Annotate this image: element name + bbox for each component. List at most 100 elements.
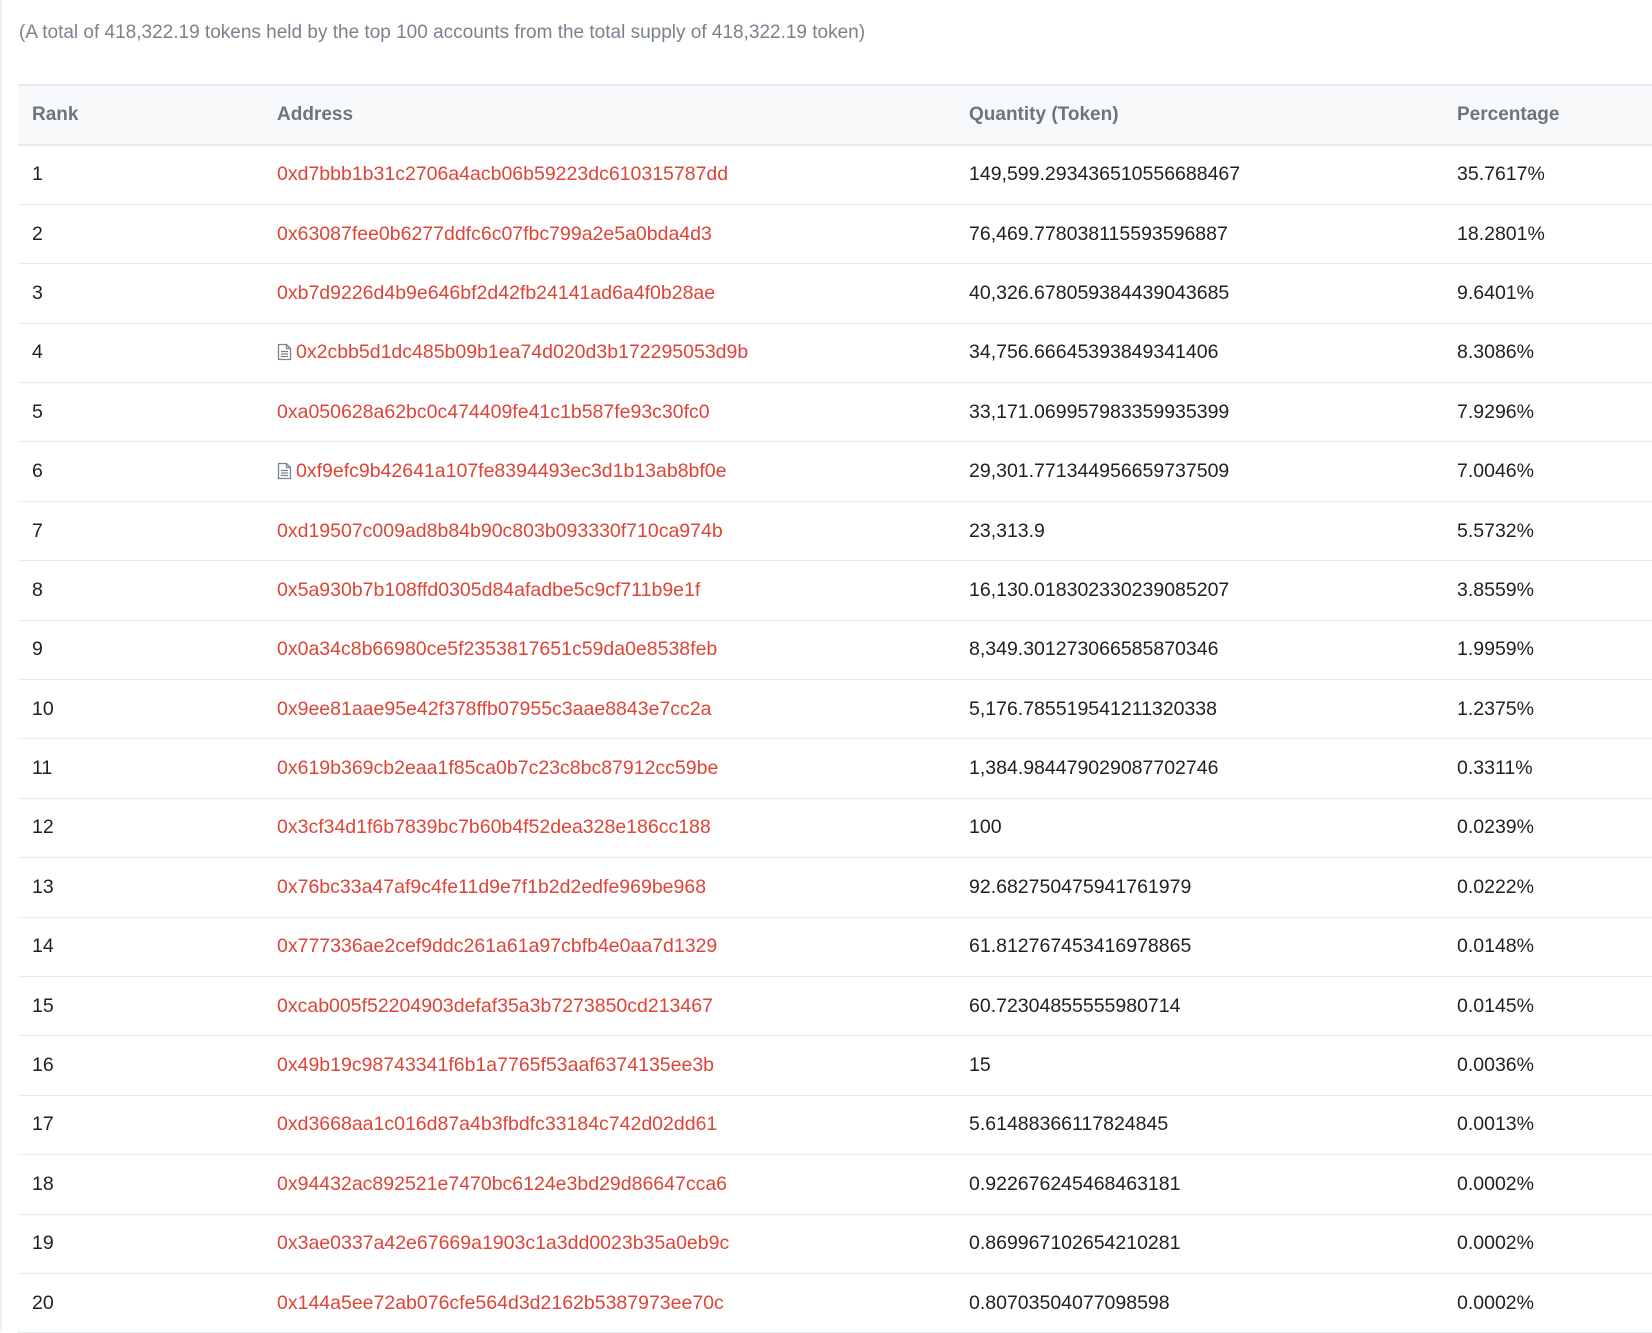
percentage-cell: 1.9959% [1457, 638, 1534, 661]
address-link[interactable]: 0xa050628a62bc0c474409fe41c1b587fe93c30f… [277, 401, 710, 423]
quantity-cell: 61.812767453416978865 [969, 935, 1192, 958]
address-cell: 0x3ae0337a42e67669a1903c1a3dd0023b35a0eb… [140, 1214, 955, 1273]
rank-cell: 14 [32, 935, 54, 958]
rank-cell: 13 [32, 875, 54, 898]
quantity-cell: 34,756.66645393849341406 [969, 341, 1219, 364]
address-link[interactable]: 0x76bc33a47af9c4fe11d9e7f1b2d2edfe969be9… [277, 876, 706, 898]
file-text-icon [277, 462, 292, 480]
table-row: 14 0x777336ae2cef9ddc261a61a97cbfb4e0aa7… [18, 917, 1652, 977]
rank-cell: 3 [32, 281, 43, 304]
address-cell: 0x76bc33a47af9c4fe11d9e7f1b2d2edfe969be9… [140, 858, 955, 917]
table-row: 13 0x76bc33a47af9c4fe11d9e7f1b2d2edfe969… [18, 858, 1652, 918]
address-cell: 0xb7d9226d4b9e646bf2d42fb24141ad6a4f0b28… [140, 264, 955, 323]
file-text-icon [277, 344, 292, 361]
percentage-cell: 0.0222% [1457, 875, 1534, 898]
rank-cell: 15 [32, 994, 54, 1017]
address-link[interactable]: 0x49b19c98743341f6b1a7765f53aaf6374135ee… [277, 1054, 714, 1076]
quantity-cell: 0.922676245468463181 [969, 1172, 1181, 1195]
quantity-cell: 60.72304855555980714 [969, 994, 1181, 1017]
address-link[interactable]: 0x94432ac892521e7470bc6124e3bd29d86647cc… [277, 1173, 727, 1195]
address-cell: 0x9ee81aae95e42f378ffb07955c3aae8843e7cc… [140, 680, 955, 739]
percentage-cell: 9.6401% [1457, 281, 1534, 304]
percentage-cell: 3.8559% [1457, 578, 1534, 601]
rank-cell: 19 [32, 1232, 54, 1255]
column-header-rank: Rank [32, 104, 79, 125]
table-row: 11 0x619b369cb2eaa1f85ca0b7c23c8bc87912c… [18, 739, 1652, 799]
address-link[interactable]: 0x9ee81aae95e42f378ffb07955c3aae8843e7cc… [277, 698, 711, 720]
rank-cell: 8 [32, 578, 43, 601]
quantity-cell: 15 [969, 1054, 991, 1077]
percentage-cell: 0.0036% [1457, 1054, 1534, 1077]
rank-cell: 17 [32, 1113, 54, 1136]
table-body: 1 0xd7bbb1b31c2706a4acb06b59223dc6103157… [18, 145, 1652, 1333]
table-row: 6 0xf9efc9b42641a107fe8394493ec3d1b13ab8… [18, 442, 1652, 502]
percentage-cell: 0.0002% [1457, 1291, 1534, 1314]
percentage-cell: 35.7617% [1457, 163, 1545, 186]
address-cell: 0xd19507c009ad8b84b90c803b093330f710ca97… [140, 501, 955, 560]
percentage-cell: 0.0148% [1457, 935, 1534, 958]
quantity-cell: 5,176.785519541211320338 [969, 697, 1217, 720]
rank-cell: 9 [32, 638, 43, 661]
percentage-cell: 0.0013% [1457, 1113, 1534, 1136]
rank-cell: 5 [32, 400, 43, 423]
rank-cell: 10 [32, 697, 54, 720]
page-left-border [0, 0, 2, 1331]
rank-cell: 12 [32, 816, 54, 839]
address-cell: 0x63087fee0b6277ddfc6c07fbc799a2e5a0bda4… [140, 204, 955, 263]
quantity-cell: 92.682750475941761979 [969, 875, 1192, 898]
percentage-cell: 0.3311% [1457, 757, 1533, 780]
address-link[interactable]: 0xcab005f52204903defaf35a3b7273850cd2134… [277, 995, 713, 1017]
address-link[interactable]: 0x0a34c8b66980ce5f2353817651c59da0e8538f… [277, 638, 717, 660]
address-cell: 0x144a5ee72ab076cfe564d3d2162b5387973ee7… [140, 1273, 955, 1332]
rank-cell: 2 [32, 222, 43, 245]
address-cell: 0x49b19c98743341f6b1a7765f53aaf6374135ee… [140, 1036, 955, 1095]
address-cell: 0x5a930b7b108ffd0305d84afadbe5c9cf711b9e… [140, 561, 955, 620]
address-cell: 0xcab005f52204903defaf35a3b7273850cd2134… [140, 976, 955, 1035]
table-row: 10 0x9ee81aae95e42f378ffb07955c3aae8843e… [18, 680, 1652, 739]
address-cell: 0xa050628a62bc0c474409fe41c1b587fe93c30f… [140, 383, 955, 442]
address-link[interactable]: 0x5a930b7b108ffd0305d84afadbe5c9cf711b9e… [277, 579, 700, 601]
table-row: 12 0x3cf34d1f6b7839bc7b60b4f52dea328e186… [18, 798, 1652, 858]
address-cell: 0x94432ac892521e7470bc6124e3bd29d86647cc… [140, 1155, 955, 1214]
column-header-address: Address [277, 104, 354, 125]
table-row: 18 0x94432ac892521e7470bc6124e3bd29d8664… [18, 1155, 1652, 1215]
address-link[interactable]: 0xd19507c009ad8b84b90c803b093330f710ca97… [277, 520, 723, 542]
rank-cell: 6 [32, 460, 43, 483]
quantity-cell: 5.61488366117824845 [969, 1113, 1169, 1136]
address-link[interactable]: 0x3cf34d1f6b7839bc7b60b4f52dea328e186cc1… [277, 816, 711, 838]
column-header-percentage: Percentage [1457, 104, 1560, 125]
table-row: 9 0x0a34c8b66980ce5f2353817651c59da0e853… [18, 620, 1652, 680]
table-row: 1 0xd7bbb1b31c2706a4acb06b59223dc6103157… [18, 145, 1652, 205]
address-link[interactable]: 0xd7bbb1b31c2706a4acb06b59223dc610315787… [277, 163, 728, 185]
rank-cell: 16 [32, 1054, 54, 1077]
address-cell: 0x3cf34d1f6b7839bc7b60b4f52dea328e186cc1… [140, 798, 955, 857]
percentage-cell: 18.2801% [1457, 222, 1545, 245]
rank-cell: 1 [32, 163, 43, 186]
address-link[interactable]: 0x3ae0337a42e67669a1903c1a3dd0023b35a0eb… [277, 1232, 729, 1254]
column-header-quantity: Quantity (Token) [969, 104, 1119, 125]
address-link[interactable]: 0xd3668aa1c016d87a4b3fbdfc33184c742d02dd… [277, 1113, 717, 1135]
percentage-cell: 7.0046% [1457, 460, 1534, 483]
percentage-cell: 0.0145% [1457, 994, 1534, 1017]
address-cell: 0xd7bbb1b31c2706a4acb06b59223dc610315787… [140, 145, 955, 204]
table-row: 17 0xd3668aa1c016d87a4b3fbdfc33184c742d0… [18, 1095, 1652, 1155]
table-row: 7 0xd19507c009ad8b84b90c803b093330f710ca… [18, 501, 1652, 561]
address-link[interactable]: 0x777336ae2cef9ddc261a61a97cbfb4e0aa7d13… [277, 935, 717, 957]
quantity-cell: 1,384.984479029087702746 [969, 757, 1219, 780]
address-cell: 0x2cbb5d1dc485b09b1ea74d020d3b172295053d… [140, 323, 955, 382]
percentage-cell: 0.0002% [1457, 1232, 1534, 1255]
rank-cell: 20 [32, 1291, 54, 1314]
address-link[interactable]: 0x2cbb5d1dc485b09b1ea74d020d3b172295053d… [296, 341, 748, 363]
percentage-cell: 0.0239% [1457, 816, 1534, 839]
address-link[interactable]: 0x63087fee0b6277ddfc6c07fbc799a2e5a0bda4… [277, 223, 712, 245]
table-row: 2 0x63087fee0b6277ddfc6c07fbc799a2e5a0bd… [18, 204, 1652, 264]
table-row: 20 0x144a5ee72ab076cfe564d3d2162b5387973… [18, 1273, 1652, 1333]
address-cell: 0x619b369cb2eaa1f85ca0b7c23c8bc87912cc59… [140, 739, 955, 798]
quantity-cell: 23,313.9 [969, 519, 1045, 542]
address-link[interactable]: 0x144a5ee72ab076cfe564d3d2162b5387973ee7… [277, 1292, 724, 1314]
address-link[interactable]: 0x619b369cb2eaa1f85ca0b7c23c8bc87912cc59… [277, 757, 718, 779]
address-link[interactable]: 0xb7d9226d4b9e646bf2d42fb24141ad6a4f0b28… [277, 282, 715, 304]
address-link[interactable]: 0xf9efc9b42641a107fe8394493ec3d1b13ab8bf… [296, 460, 727, 482]
address-cell: 0xd3668aa1c016d87a4b3fbdfc33184c742d02dd… [140, 1095, 955, 1154]
quantity-cell: 29,301.771344956659737509 [969, 460, 1230, 483]
